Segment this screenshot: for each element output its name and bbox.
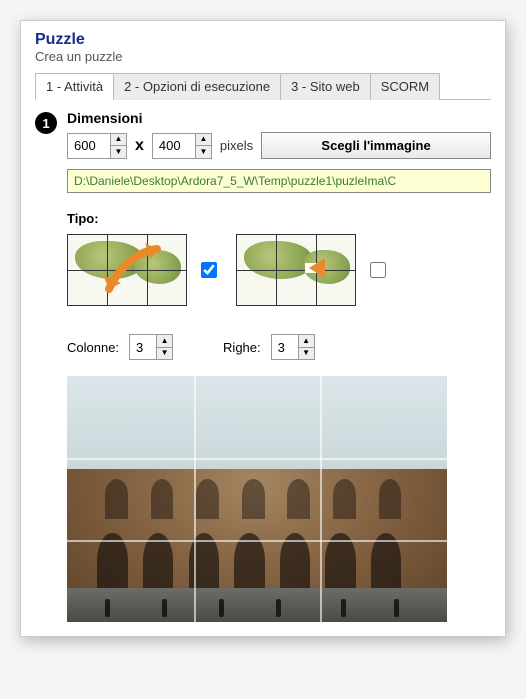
slide-arrow-icon (275, 256, 325, 280)
rows-label: Righe: (223, 340, 261, 355)
height-spinner[interactable]: ▲ ▼ (152, 133, 212, 159)
app-subtitle: Crea un puzzle (35, 49, 491, 64)
rows-input[interactable] (272, 335, 298, 359)
rows-spinner[interactable]: ▲ ▼ (271, 334, 315, 360)
app-title: Puzzle (35, 31, 491, 49)
height-up-icon[interactable]: ▲ (196, 134, 211, 146)
tab-activity[interactable]: 1 - Attività (35, 73, 114, 100)
choose-image-button[interactable]: Scegli l'immagine (261, 132, 491, 159)
type-slide-thumbnail (236, 234, 356, 306)
height-down-icon[interactable]: ▼ (196, 145, 211, 158)
type-option-slide[interactable] (236, 234, 389, 306)
tab-content: 1 Dimensioni ▲ ▼ x ▲ (35, 100, 491, 622)
columns-down-icon[interactable]: ▼ (157, 347, 172, 360)
width-down-icon[interactable]: ▼ (111, 145, 126, 158)
rows-down-icon[interactable]: ▼ (299, 347, 314, 360)
multiply-symbol: x (135, 137, 144, 155)
pixels-label: pixels (220, 138, 253, 153)
tab-exec-options[interactable]: 2 - Opzioni di esecuzione (113, 73, 281, 100)
columns-label: Colonne: (67, 340, 119, 355)
swap-arrows-icon (101, 243, 167, 299)
columns-spinner[interactable]: ▲ ▼ (129, 334, 173, 360)
width-spinner[interactable]: ▲ ▼ (67, 133, 127, 159)
type-swap-checkbox[interactable] (201, 262, 217, 278)
type-heading: Tipo: (67, 211, 491, 226)
width-up-icon[interactable]: ▲ (111, 134, 126, 146)
step-badge: 1 (35, 112, 57, 134)
columns-up-icon[interactable]: ▲ (157, 335, 172, 347)
image-path-field[interactable] (67, 169, 491, 193)
type-option-swap[interactable] (67, 234, 220, 306)
dimensions-heading: Dimensioni (67, 110, 491, 126)
tab-bar: 1 - Attività 2 - Opzioni di esecuzione 3… (35, 72, 491, 100)
height-input[interactable] (153, 134, 195, 158)
rows-up-icon[interactable]: ▲ (299, 335, 314, 347)
type-slide-checkbox[interactable] (370, 262, 386, 278)
tab-scorm[interactable]: SCORM (370, 73, 440, 100)
width-input[interactable] (68, 134, 110, 158)
puzzle-preview (67, 376, 447, 622)
puzzle-config-window: Puzzle Crea un puzzle 1 - Attività 2 - O… (20, 20, 506, 637)
type-swap-thumbnail (67, 234, 187, 306)
tab-website[interactable]: 3 - Sito web (280, 73, 371, 100)
columns-input[interactable] (130, 335, 156, 359)
